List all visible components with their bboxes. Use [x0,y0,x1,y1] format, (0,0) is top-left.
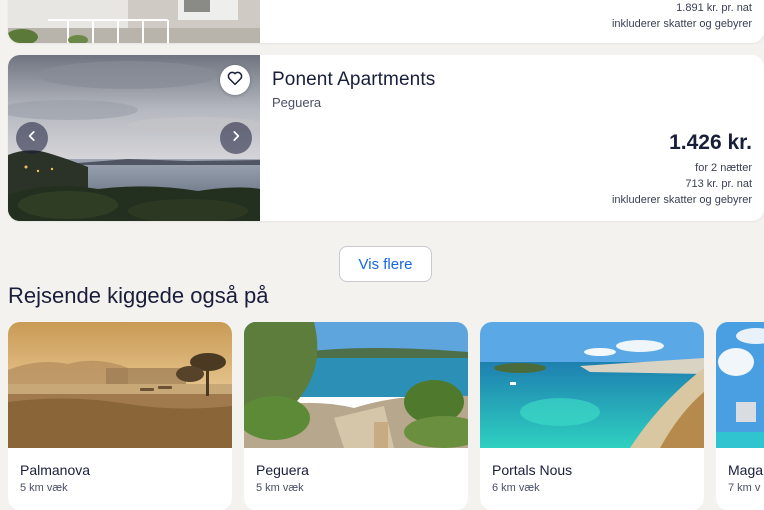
destination-card-peguera[interactable]: Peguera 5 km væk [244,322,468,510]
price-block: 1.426 kr. for 2 nætter 713 kr. pr. nat i… [612,131,752,208]
destination-name: Peguera [256,462,309,478]
listing-name[interactable]: Ponent Apartments [272,69,435,91]
previous-listing-photo[interactable] [8,0,260,43]
destination-distance: 7 km v [728,482,761,494]
heart-icon [226,69,244,92]
previous-price-per-night: 1.891 kr. pr. nat [676,2,752,14]
previous-price-block: 1.891 kr. pr. nat inkluderer skatter og … [612,0,752,32]
show-more-button[interactable]: Vis flere [339,246,432,282]
photo-prev-button[interactable] [16,122,48,154]
previous-listing-card[interactable]: 1.891 kr. pr. nat inkluderer skatter og … [8,0,764,43]
photo-next-button[interactable] [220,122,252,154]
favorite-button[interactable] [220,65,250,95]
destination-card-portals-nous[interactable]: Portals Nous 6 km væk [480,322,704,510]
also-viewed-title: Rejsende kiggede også på [8,283,269,308]
previous-taxes-note: inkluderer skatter og gebyrer [611,18,752,30]
destination-name: Maga [728,462,764,478]
destination-name: Portals Nous [492,462,573,478]
destination-distance: 6 km væk [492,482,540,494]
chevron-left-icon [25,129,39,148]
chevron-right-icon [229,129,243,148]
nights-label: for 2 nætter [695,162,752,174]
destination-card-partial[interactable]: Maga 7 km v [716,322,764,510]
destination-image [8,322,232,448]
destination-image [480,322,704,448]
total-price: 1.426 kr. [669,131,752,154]
destination-distance: 5 km væk [256,482,304,494]
destination-name: Palmanova [20,462,91,478]
listing-card[interactable]: Ponent Apartments Peguera 1.426 kr. for … [8,55,764,221]
destination-image [716,322,764,448]
destination-distance: 5 km væk [20,482,68,494]
taxes-note: inkluderer skatter og gebyrer [611,194,752,206]
destination-card-palmanova[interactable]: Palmanova 5 km væk [8,322,232,510]
destination-image [244,322,468,448]
listing-location: Peguera [272,95,322,110]
price-per-night: 713 kr. pr. nat [685,178,752,190]
